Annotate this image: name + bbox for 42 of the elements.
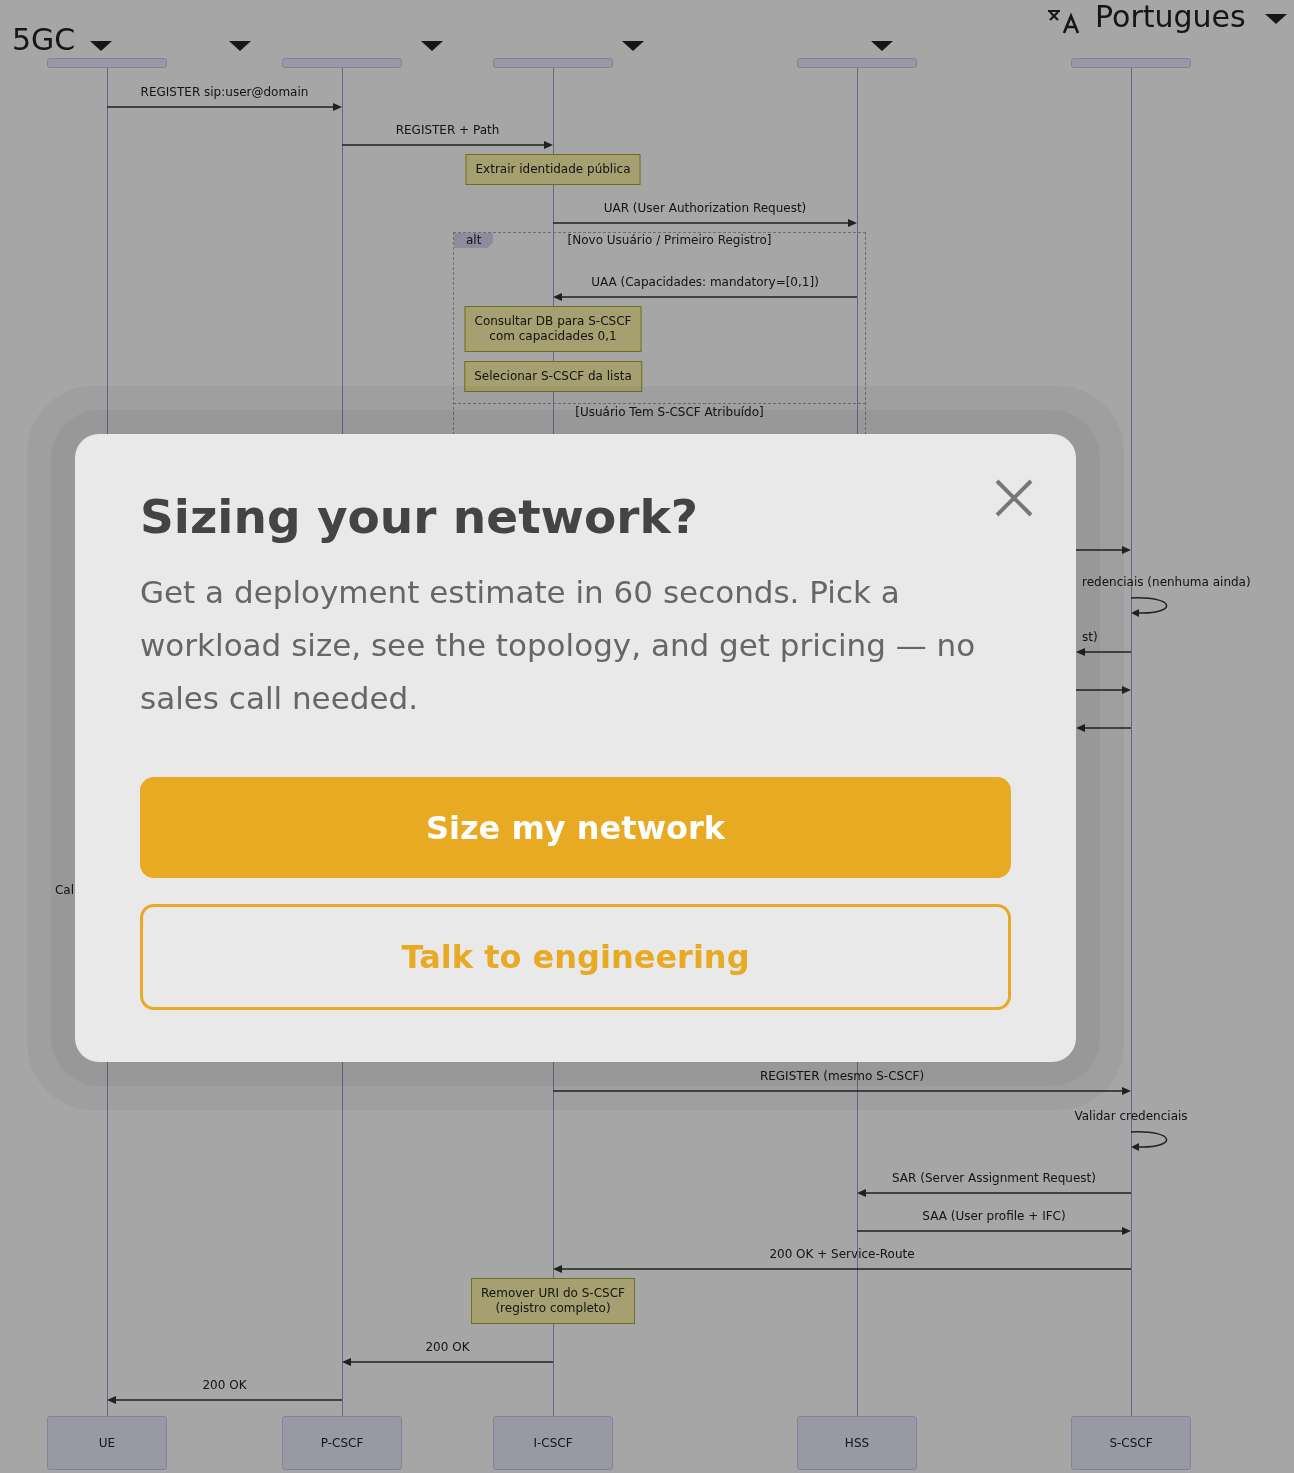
participant-box: UE xyxy=(47,1416,167,1470)
participant-box: P-CSCF xyxy=(282,1416,402,1470)
caret-icon[interactable] xyxy=(229,41,251,51)
arrow xyxy=(1076,647,1131,657)
caret-icon[interactable] xyxy=(90,41,112,51)
participant-box: I-CSCF xyxy=(493,1416,613,1470)
message-label: redenciais (nenhuma ainda) xyxy=(1082,575,1251,589)
caret-icon[interactable] xyxy=(1265,14,1287,24)
message-label: 200 OK xyxy=(425,1340,470,1354)
note: Consultar DB para S-CSCF com capacidades 0,1 xyxy=(464,306,642,352)
message-label: REGISTER + Path xyxy=(395,123,500,137)
condition-label: [Novo Usuário / Primeiro Registro] xyxy=(567,233,772,247)
caret-icon[interactable] xyxy=(622,41,644,51)
participant-box: S-CSCF xyxy=(1071,1416,1191,1470)
message-label: 200 OK + Service-Route xyxy=(769,1247,915,1261)
language-selector[interactable]: Portugues xyxy=(1095,0,1246,34)
message-label: SAR (Server Assignment Request) xyxy=(892,1171,1096,1185)
close-button[interactable] xyxy=(994,478,1034,518)
message-label: UAR (User Authorization Request) xyxy=(603,201,807,215)
message-label: REGISTER (mesmo S-CSCF) xyxy=(759,1069,925,1083)
message-label: REGISTER sip:user@domain xyxy=(140,85,309,99)
arrow xyxy=(1076,723,1131,733)
participant-box: HSS xyxy=(797,1416,917,1470)
translate-icon[interactable] xyxy=(1048,8,1082,34)
modal-text: Get a deployment estimate in 60 seconds. Pick a workload size, see the topology, and get pricing — no sales call needed. xyxy=(140,573,977,718)
note: Remover URI do S-CSCF (registro completo) xyxy=(471,1278,635,1324)
condition-label: [Usuário Tem S-CSCF Atribuído] xyxy=(575,405,764,419)
alt-label: alt xyxy=(454,233,494,248)
diagram-title[interactable]: 5GC xyxy=(12,22,76,58)
message-label: 200 OK xyxy=(202,1378,247,1392)
message-label: UAA (Capacidades: mandatory=[0,1]) xyxy=(591,275,819,289)
note: Extrair identidade pública xyxy=(465,154,641,185)
caret-icon[interactable] xyxy=(871,41,893,51)
message-label: SAA (User profile + IFC) xyxy=(922,1209,1066,1223)
modal-title: Sizing your network? xyxy=(140,488,699,546)
note: Selecionar S-CSCF da lista xyxy=(464,361,642,392)
arrow xyxy=(1076,685,1131,695)
message-label: Validar credenciais xyxy=(1074,1109,1188,1123)
arrow xyxy=(1076,545,1131,555)
message-label: st) xyxy=(1082,630,1098,644)
message-label: Cal xyxy=(54,883,74,897)
caret-icon[interactable] xyxy=(421,41,443,51)
